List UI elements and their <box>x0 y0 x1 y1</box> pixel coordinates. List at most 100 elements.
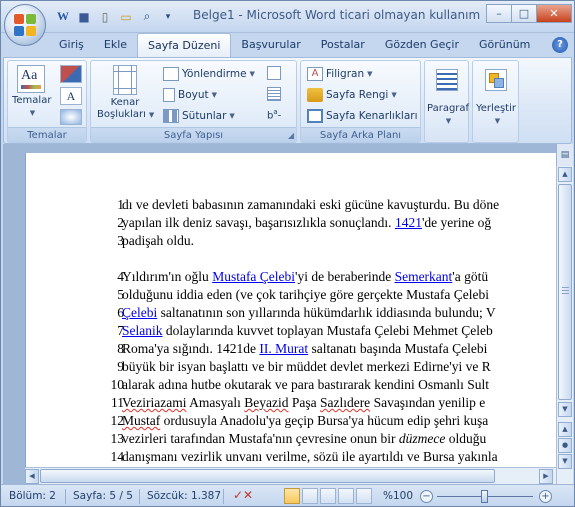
page-borders-button[interactable]: Sayfa Kenarlıkları <box>307 106 418 126</box>
theme-fonts-button[interactable]: A <box>60 87 82 105</box>
text-run: danışmanı vezirlik unvanı verilme, sözü … <box>122 449 498 464</box>
line-number: 11 <box>111 395 124 410</box>
document-line[interactable]: 9 büyük bir isyan başlattı ve bir müddet … <box>26 359 556 377</box>
document-line[interactable]: 14 danışmanı vezirlik unvanı verilme, söz… <box>26 449 556 467</box>
margins-button[interactable]: Kenar Boşlukları ▼ <box>97 65 154 121</box>
draft-view-button[interactable] <box>356 488 372 504</box>
horizontal-scroll-thumb[interactable] <box>40 469 495 483</box>
word-count[interactable]: Sözcük: 1.387 <box>147 490 221 502</box>
group-yerlestir: Yerleştir ▼ <box>472 60 519 143</box>
hyperlink[interactable]: Selanik <box>122 323 163 338</box>
ruler-toggle-icon[interactable]: ▤ <box>556 144 573 166</box>
group-temalar: Aa Temalar ▼ A Temalar <box>7 60 87 143</box>
columns-button[interactable]: Sütunlar ▼ <box>163 106 235 126</box>
scroll-left-button[interactable]: ◀ <box>25 469 39 484</box>
document-line[interactable]: 7 Selanik dolaylarında kuvvet toplayan Mu… <box>26 323 556 341</box>
word-window: W ■ ▯ ▭ ⌕ ▾ Belge1 - Microsoft Word tica… <box>0 0 575 507</box>
document-line[interactable]: 4 Yıldırım'ın oğlu Mustafa Çelebi'yi de b… <box>26 269 556 287</box>
breaks-icon[interactable] <box>267 66 281 80</box>
tab-basvurular[interactable]: Başvurular <box>231 33 310 57</box>
document-line[interactable]: 6 Çelebi saltanatının son yıllarında hükü… <box>26 305 556 323</box>
hyperlink[interactable]: 1421 <box>395 215 422 230</box>
status-bar: Bölüm: 2 Sayfa: 5 / 5 Sözcük: 1.387 ✓✕ %… <box>1 484 574 506</box>
save-icon[interactable]: ■ <box>75 8 93 25</box>
line-number: 1 <box>117 197 124 212</box>
new-doc-icon[interactable]: ▯ <box>96 8 114 25</box>
watermark-button[interactable]: A Filigran ▼ <box>307 64 373 84</box>
document-page[interactable]: 1 dı ve devleti babasının zamanındaki esk… <box>25 153 556 484</box>
minimize-button[interactable]: – <box>486 4 512 23</box>
web-layout-view-button[interactable] <box>320 488 336 504</box>
document-line[interactable]: 1 dı ve devleti babasının zamanındaki esk… <box>26 197 556 215</box>
text-run: olduğunu iddia eden (ve çok tarihçiye gö… <box>122 287 489 302</box>
vertical-scroll-thumb[interactable] <box>558 184 572 400</box>
vertical-scrollbar[interactable]: ▲ ▼ ▲ ● ▼ <box>556 166 573 484</box>
line-text: padişah oldu. <box>122 233 194 249</box>
themes-dropdown-icon: ▼ <box>29 109 36 117</box>
document-line[interactable]: 12 Mustaf ordusuyla Anadolu'ya geçip Burs… <box>26 413 556 431</box>
outline-view-button[interactable] <box>338 488 354 504</box>
scroll-right-button[interactable]: ▶ <box>539 469 553 484</box>
text-run: vezirleri tarafından Mustafa'nın çevresi… <box>122 431 399 446</box>
scroll-up-button[interactable]: ▲ <box>558 167 572 182</box>
page-color-button[interactable]: Sayfa Rengi ▼ <box>307 85 397 105</box>
open-folder-icon[interactable]: ▭ <box>117 8 135 25</box>
zoom-in-button[interactable]: + <box>539 490 552 503</box>
browse-object-button[interactable]: ● <box>558 438 572 453</box>
group-label-temalar: Temalar <box>8 127 86 142</box>
hyperlink[interactable]: Semerkant <box>395 269 453 284</box>
zoom-out-button[interactable]: − <box>420 490 433 503</box>
spelling-check-icon[interactable]: ✓✕ <box>233 488 253 504</box>
hyperlink[interactable]: Çelebi <box>122 305 157 320</box>
themes-button[interactable]: Aa Temalar ▼ <box>12 65 51 119</box>
tab-ekle[interactable]: Ekle <box>94 33 137 57</box>
print-preview-icon[interactable]: ⌕ <box>138 8 156 25</box>
text-run: Sazlıdere <box>319 395 371 410</box>
tab-gozden-gecir[interactable]: Gözden Geçir <box>375 33 469 57</box>
page-setup-launcher-icon[interactable]: ◢ <box>288 131 294 140</box>
hyperlink[interactable]: II. Murat <box>259 341 308 356</box>
document-line[interactable]: 2 yapılan ilk deniz savaşı, başarısızlıkl… <box>26 215 556 233</box>
document-line[interactable]: 8 Roma'ya sığındı. 1421de II. Murat salta… <box>26 341 556 359</box>
document-line[interactable]: 11 Veziriazami Amasyalı Beyazid Paşa Sazl… <box>26 395 556 413</box>
customize-qat-icon[interactable]: ▾ <box>159 8 177 25</box>
previous-page-button[interactable]: ▲ <box>558 422 572 437</box>
line-number: 3 <box>117 233 124 248</box>
close-button[interactable]: ✕ <box>536 4 572 23</box>
next-page-button[interactable]: ▼ <box>558 454 572 469</box>
scroll-down-button[interactable]: ▼ <box>558 402 572 417</box>
arrange-icon <box>485 69 507 91</box>
office-button[interactable] <box>4 4 46 46</box>
document-line[interactable]: 5 olduğunu iddia eden (ve çok tarihçiye g… <box>26 287 556 305</box>
word-doc-icon[interactable]: W <box>54 8 72 25</box>
tab-giris[interactable]: Giriş <box>49 33 94 57</box>
size-button[interactable]: Boyut ▼ <box>163 85 217 105</box>
section-indicator[interactable]: Bölüm: 2 <box>9 490 56 502</box>
tab-postalar[interactable]: Postalar <box>311 33 375 57</box>
theme-colors-button[interactable] <box>60 65 82 83</box>
document-line[interactable]: 10 alarak adına hutbe okutarak ve para ba… <box>26 377 556 395</box>
page-indicator[interactable]: Sayfa: 5 / 5 <box>73 490 133 502</box>
arrange-dropdown-icon: ▼ <box>494 117 501 125</box>
tab-sayfa-duzeni[interactable]: Sayfa Düzeni <box>137 33 232 57</box>
document-line[interactable]: 3 padişah oldu. <box>26 233 556 251</box>
text-run: ordusuyla Anadolu'ya geçip Bursa'ya hücu… <box>160 413 489 428</box>
hyperlink[interactable]: Mustafa Çelebi <box>212 269 295 284</box>
zoom-slider-thumb[interactable] <box>481 490 488 503</box>
paragraph-button[interactable]: Paragraf ▼ <box>427 65 469 127</box>
arrange-button[interactable]: Yerleştir ▼ <box>475 65 517 127</box>
tab-gorunum[interactable]: Görünüm <box>469 33 540 57</box>
text-run: olduğu <box>445 431 487 446</box>
document-line[interactable]: 13 vezirleri tarafından Mustafa'nın çevre… <box>26 431 556 449</box>
maximize-button[interactable]: □ <box>511 4 537 23</box>
full-screen-reading-view-button[interactable] <box>302 488 318 504</box>
orientation-button[interactable]: Yönlendirme ▼ <box>163 64 255 84</box>
theme-effects-button[interactable] <box>60 109 82 125</box>
line-numbers-icon[interactable] <box>267 87 281 101</box>
print-layout-view-button[interactable] <box>284 488 300 504</box>
help-icon[interactable]: ? <box>552 37 568 53</box>
horizontal-scrollbar[interactable]: ◀ ▶ <box>25 467 556 484</box>
hyphenation-icon[interactable]: ba- <box>267 108 281 121</box>
themes-icon: Aa <box>17 65 45 93</box>
zoom-level[interactable]: %100 <box>383 490 413 502</box>
